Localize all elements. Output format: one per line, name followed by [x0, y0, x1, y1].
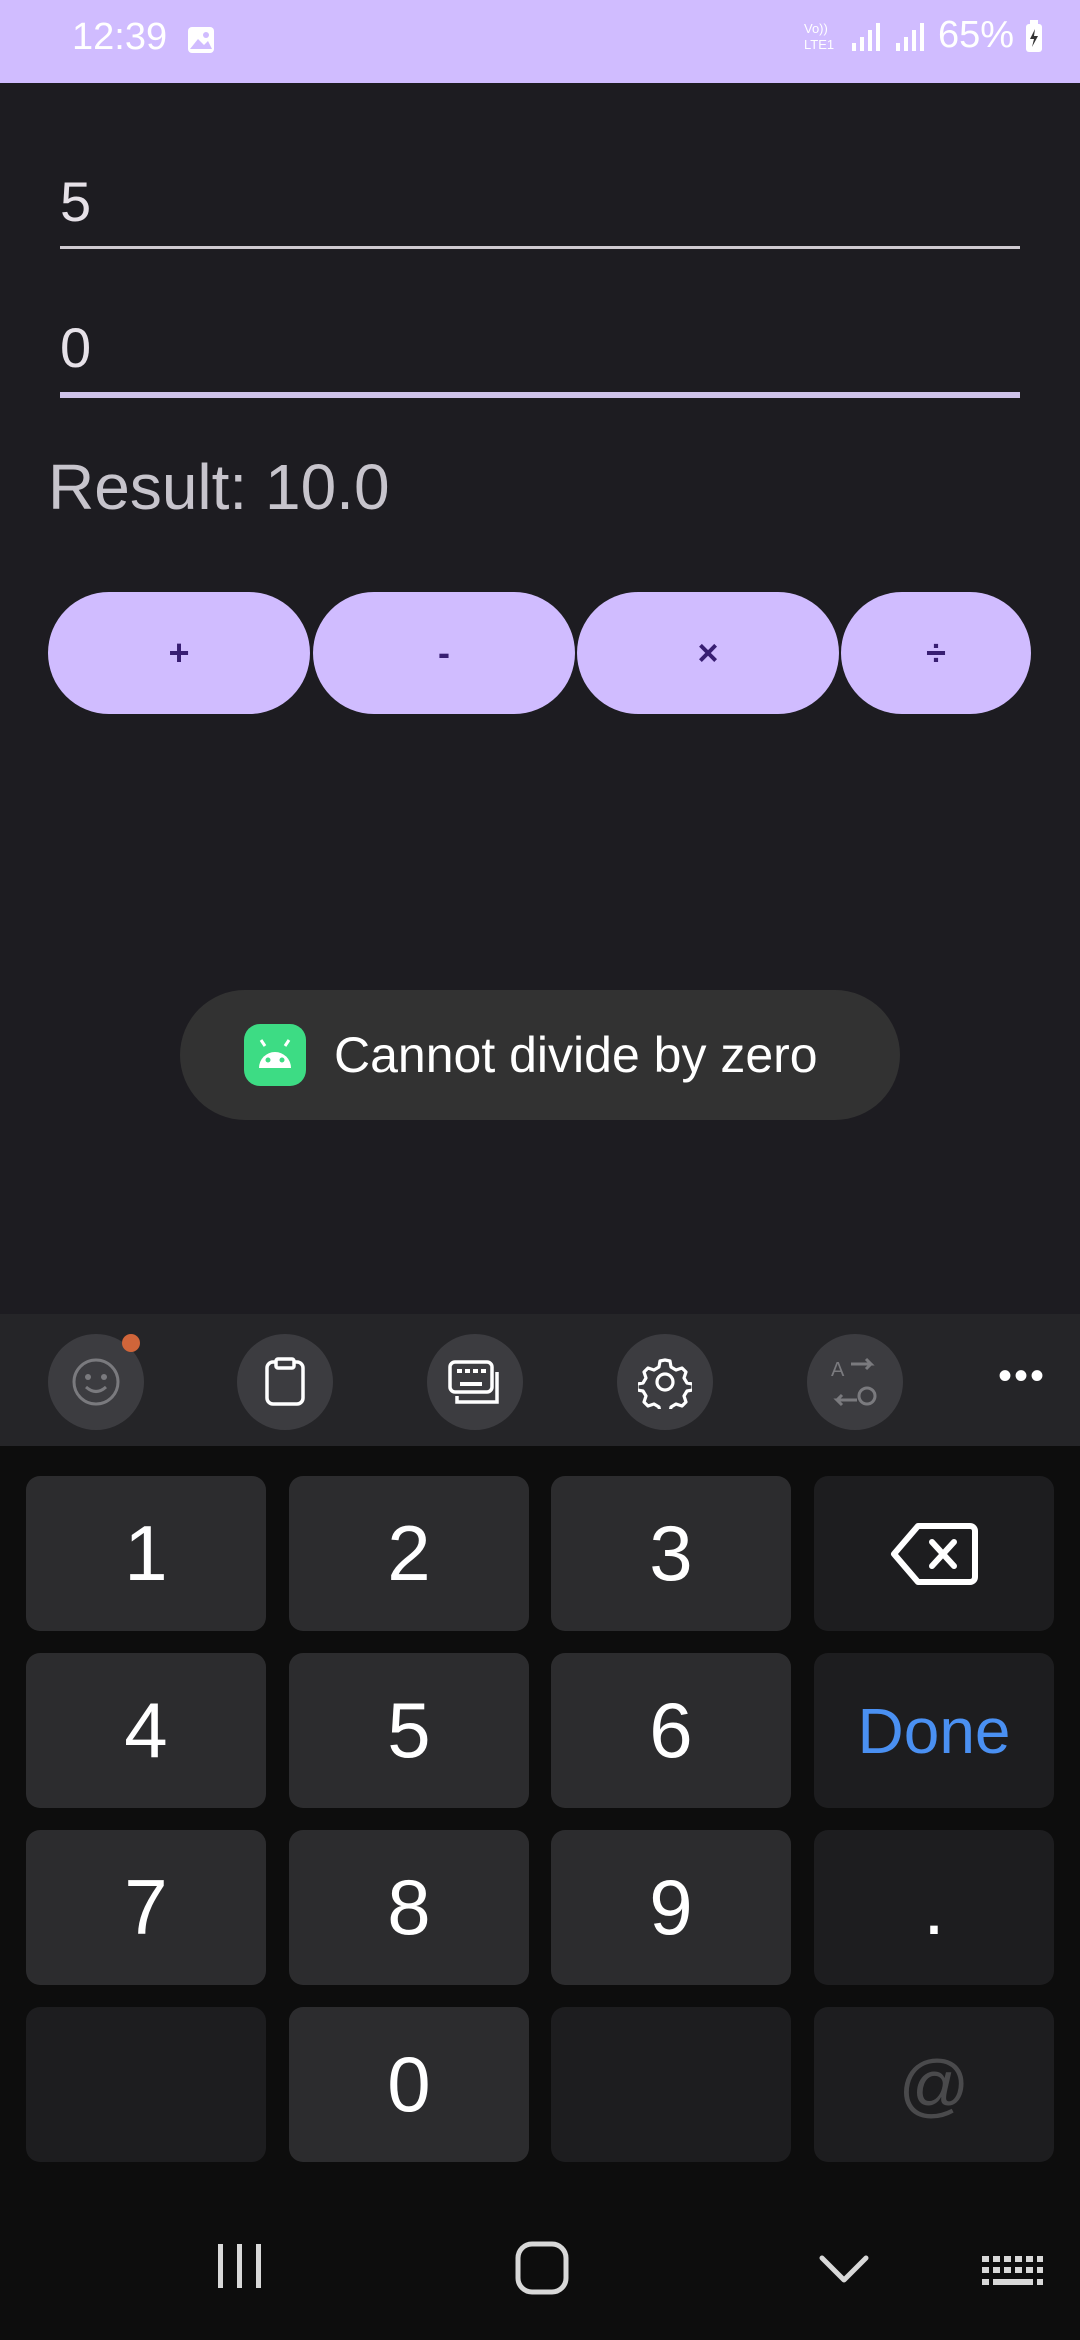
gear-icon[interactable] — [617, 1334, 713, 1430]
dot-key[interactable]: . — [814, 1830, 1054, 1985]
signal-icon — [851, 22, 880, 51]
subtract-button[interactable]: - — [313, 592, 575, 714]
status-bar: 12:39 Vo)) LTE1 65% — [0, 0, 1080, 83]
svg-text:Vo)): Vo)) — [804, 21, 828, 36]
key-3[interactable]: 3 — [551, 1476, 791, 1631]
battery-percent: 65% — [937, 14, 1014, 56]
status-indicators: Vo)) LTE1 65% — [802, 14, 1044, 57]
first-number-value: 5 — [60, 170, 92, 233]
second-number-value: 0 — [60, 316, 92, 379]
done-key[interactable]: Done — [814, 1653, 1054, 1808]
home-icon[interactable] — [514, 2240, 570, 2296]
keyboard-switch-icon[interactable] — [980, 2254, 1044, 2288]
android-app-icon — [244, 1024, 306, 1086]
key-0[interactable]: 0 — [289, 2007, 529, 2162]
back-icon[interactable] — [818, 2252, 870, 2286]
more-icon[interactable]: ••• — [998, 1354, 1046, 1399]
numeric-keyboard: 1 2 3 4 5 6 Done 7 8 9 . 0 @ — [0, 1446, 1080, 2340]
volte-icon: Vo)) LTE1 — [804, 21, 834, 52]
empty-key-right — [551, 2007, 791, 2162]
at-key: @ — [814, 2007, 1054, 2162]
backspace-icon — [891, 1522, 978, 1585]
translate-icon[interactable]: A — [807, 1334, 903, 1430]
toast: Cannot divide by zero — [180, 990, 900, 1120]
key-9[interactable]: 9 — [551, 1830, 791, 1985]
keyboard-icon[interactable] — [427, 1334, 523, 1430]
key-4[interactable]: 4 — [26, 1653, 266, 1808]
keyboard-toolbar: A ••• — [0, 1314, 1080, 1446]
clipboard-icon[interactable] — [237, 1334, 333, 1430]
empty-key-left — [26, 2007, 266, 2162]
key-8[interactable]: 8 — [289, 1830, 529, 1985]
status-time: 12:39 — [72, 16, 168, 58]
toast-message: Cannot divide by zero — [334, 1027, 818, 1083]
svg-text:LTE1: LTE1 — [804, 37, 834, 52]
key-6[interactable]: 6 — [551, 1653, 791, 1808]
recent-apps-icon[interactable] — [214, 2240, 266, 2292]
notification-dot — [122, 1334, 140, 1352]
signal-icon-2 — [895, 22, 924, 51]
add-button[interactable]: + — [48, 592, 310, 714]
second-number-field[interactable]: 0 — [60, 312, 1020, 398]
key-7[interactable]: 7 — [26, 1830, 266, 1985]
key-2[interactable]: 2 — [289, 1476, 529, 1631]
battery-icon — [1026, 19, 1042, 52]
multiply-button[interactable]: × — [577, 592, 839, 714]
backspace-key[interactable] — [814, 1476, 1054, 1631]
key-5[interactable]: 5 — [289, 1653, 529, 1808]
gallery-notification-icon — [188, 27, 214, 53]
result-text: Result: 10.0 — [48, 451, 390, 523]
key-1[interactable]: 1 — [26, 1476, 266, 1631]
svg-text:A: A — [831, 1359, 845, 1381]
divide-button[interactable]: ÷ — [841, 592, 1031, 714]
first-number-field[interactable]: 5 — [60, 168, 1020, 249]
